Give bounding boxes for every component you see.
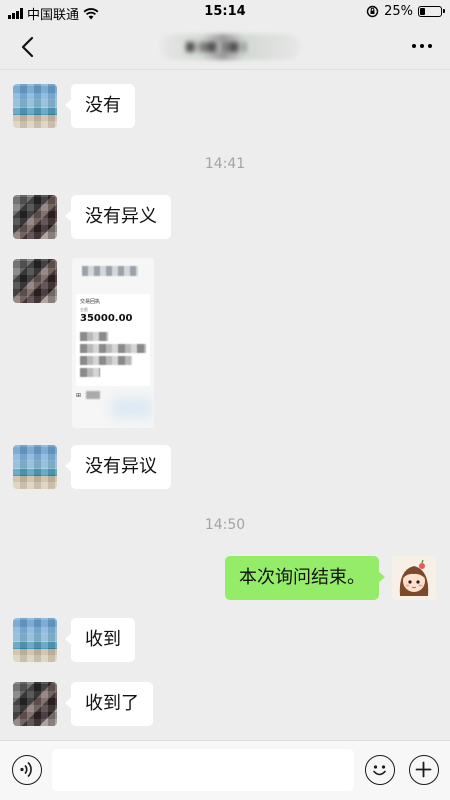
image-message[interactable]: 交易回执 金额 35000.00 ⊞ — [72, 258, 154, 428]
emoji-icon[interactable] — [365, 755, 395, 785]
receipt-redacted-line — [80, 332, 108, 341]
smiley-icon — [373, 765, 386, 776]
avatar[interactable] — [13, 682, 57, 726]
battery-icon — [418, 6, 445, 17]
avatar[interactable] — [392, 556, 436, 600]
receipt-footer-redacted — [86, 391, 100, 399]
avatar[interactable] — [13, 618, 57, 662]
chat-title-redacted — [160, 34, 300, 60]
receipt-footer-icon: ⊞ — [76, 392, 82, 399]
battery-percent: 25% — [384, 4, 413, 19]
input-bar — [0, 740, 450, 800]
message-input[interactable] — [52, 749, 354, 791]
avatar[interactable] — [13, 259, 57, 303]
receipt-redacted-line — [80, 356, 132, 365]
timestamp: 14:41 — [204, 156, 246, 172]
plus-icon[interactable] — [409, 755, 439, 785]
message-bubble-incoming[interactable]: 没有异议 — [65, 445, 171, 489]
message-bubble-incoming[interactable]: 没有 — [65, 84, 135, 128]
status-right: 25% — [366, 4, 445, 19]
timestamp: 14:50 — [204, 517, 246, 533]
receipt-card: 交易回执 金额 35000.00 — [76, 294, 150, 386]
more-dots-icon[interactable] — [412, 44, 432, 48]
image-header-redacted — [82, 266, 138, 276]
receipt-redacted-line — [80, 368, 100, 377]
status-bar: 中国联通 15:14 25% — [0, 0, 450, 24]
chat-header — [0, 24, 450, 70]
avatar[interactable] — [13, 445, 57, 489]
battery-level — [420, 8, 425, 15]
receipt-amount: 35000.00 — [80, 313, 133, 324]
rotation-lock-icon — [366, 5, 379, 18]
image-glare — [112, 398, 152, 418]
message-bubble-outgoing[interactable]: 本次询问结束。 — [225, 556, 385, 600]
receipt-title: 交易回执 — [80, 299, 101, 305]
girl-avatar-icon — [392, 556, 436, 600]
avatar[interactable] — [13, 84, 57, 128]
voice-wave-icon — [20, 761, 32, 778]
message-bubble-incoming[interactable]: 没有异义 — [65, 195, 171, 239]
chevron-left-icon[interactable] — [16, 34, 42, 60]
voice-icon[interactable] — [12, 755, 42, 785]
avatar[interactable] — [13, 195, 57, 239]
message-bubble-incoming[interactable]: 收到 — [65, 618, 135, 662]
plus-symbol-icon — [415, 761, 432, 778]
receipt-redacted-line — [80, 344, 146, 353]
message-bubble-incoming[interactable]: 收到了 — [65, 682, 153, 726]
